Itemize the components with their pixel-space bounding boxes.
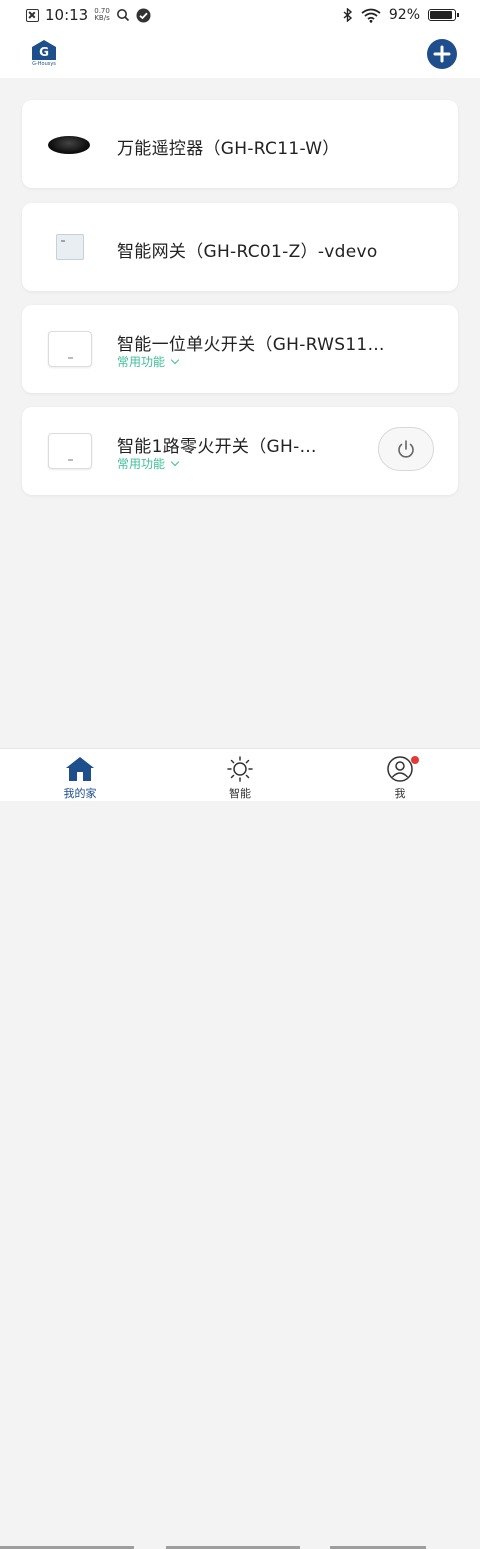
common-functions-label: 常用功能 (117, 355, 166, 369)
wifi-icon (361, 8, 381, 23)
device-card-remote[interactable]: 万能遥控器（GH-RC11-W） (22, 100, 458, 188)
network-speed-unit: KB/s (94, 14, 110, 22)
tab-my-home-label: 我的家 (63, 787, 97, 800)
common-functions-toggle[interactable]: 常用功能 (117, 353, 180, 370)
battery-percent: 92% (388, 7, 420, 23)
logo-brand-text: G-Housys (32, 61, 56, 67)
device-card-single-fire-switch[interactable]: 智能一位单火开关（GH-RWS11… 常用功能 (22, 305, 458, 393)
device-name: 万能遥控器（GH-RC11-W） (117, 139, 340, 159)
logo-house-icon: G (32, 40, 56, 60)
common-functions-toggle[interactable]: 常用功能 (117, 455, 180, 472)
add-device-button[interactable] (427, 39, 457, 69)
bottom-navigation: 我的家 智能 我 (0, 748, 480, 1549)
wall-switch-icon (48, 433, 92, 469)
home-icon (66, 757, 94, 781)
battery-icon (428, 9, 459, 21)
wall-switch-icon (48, 331, 92, 367)
network-speed: 0.70 KB/s (94, 8, 110, 22)
search-notification-icon (116, 9, 129, 22)
check-notification-icon (136, 8, 151, 22)
plus-icon (433, 45, 451, 63)
power-icon (398, 440, 414, 458)
status-left: 10:13 0.70 KB/s (0, 6, 151, 24)
sun-icon (227, 756, 253, 782)
app-logo: G G-Housys (30, 40, 58, 67)
device-name: 智能一位单火开关（GH-RWS11… (117, 335, 385, 355)
app-header: G G-Housys (0, 30, 480, 78)
device-name: 智能网关（GH-RC01-Z）-vdevo (117, 242, 378, 262)
tab-my-home[interactable]: 我的家 (0, 749, 160, 801)
bluetooth-icon (343, 8, 352, 22)
tab-me-label: 我 (394, 787, 406, 800)
tab-me[interactable]: 我 (320, 749, 480, 801)
device-name: 智能1路零火开关（GH-… (117, 437, 317, 457)
tab-smart[interactable]: 智能 (160, 749, 320, 801)
tab-smart-label: 智能 (229, 787, 251, 800)
status-time: 10:13 (45, 6, 89, 24)
chevron-down-icon (170, 457, 180, 467)
device-card-zero-fire-switch[interactable]: 智能1路零火开关（GH-… 常用功能 (22, 407, 458, 495)
notification-badge (411, 756, 419, 764)
gateway-icon (56, 234, 84, 260)
common-functions-label: 常用功能 (117, 457, 166, 471)
power-toggle-button[interactable] (378, 427, 434, 471)
battery-level (430, 11, 452, 19)
device-card-gateway[interactable]: 智能网关（GH-RC01-Z）-vdevo (22, 203, 458, 291)
chevron-down-icon (170, 355, 180, 365)
ir-remote-icon (48, 136, 90, 154)
status-right: 92% (343, 0, 459, 30)
status-bar: 10:13 0.70 KB/s 92% (0, 0, 480, 30)
notification-close-icon (26, 8, 39, 22)
